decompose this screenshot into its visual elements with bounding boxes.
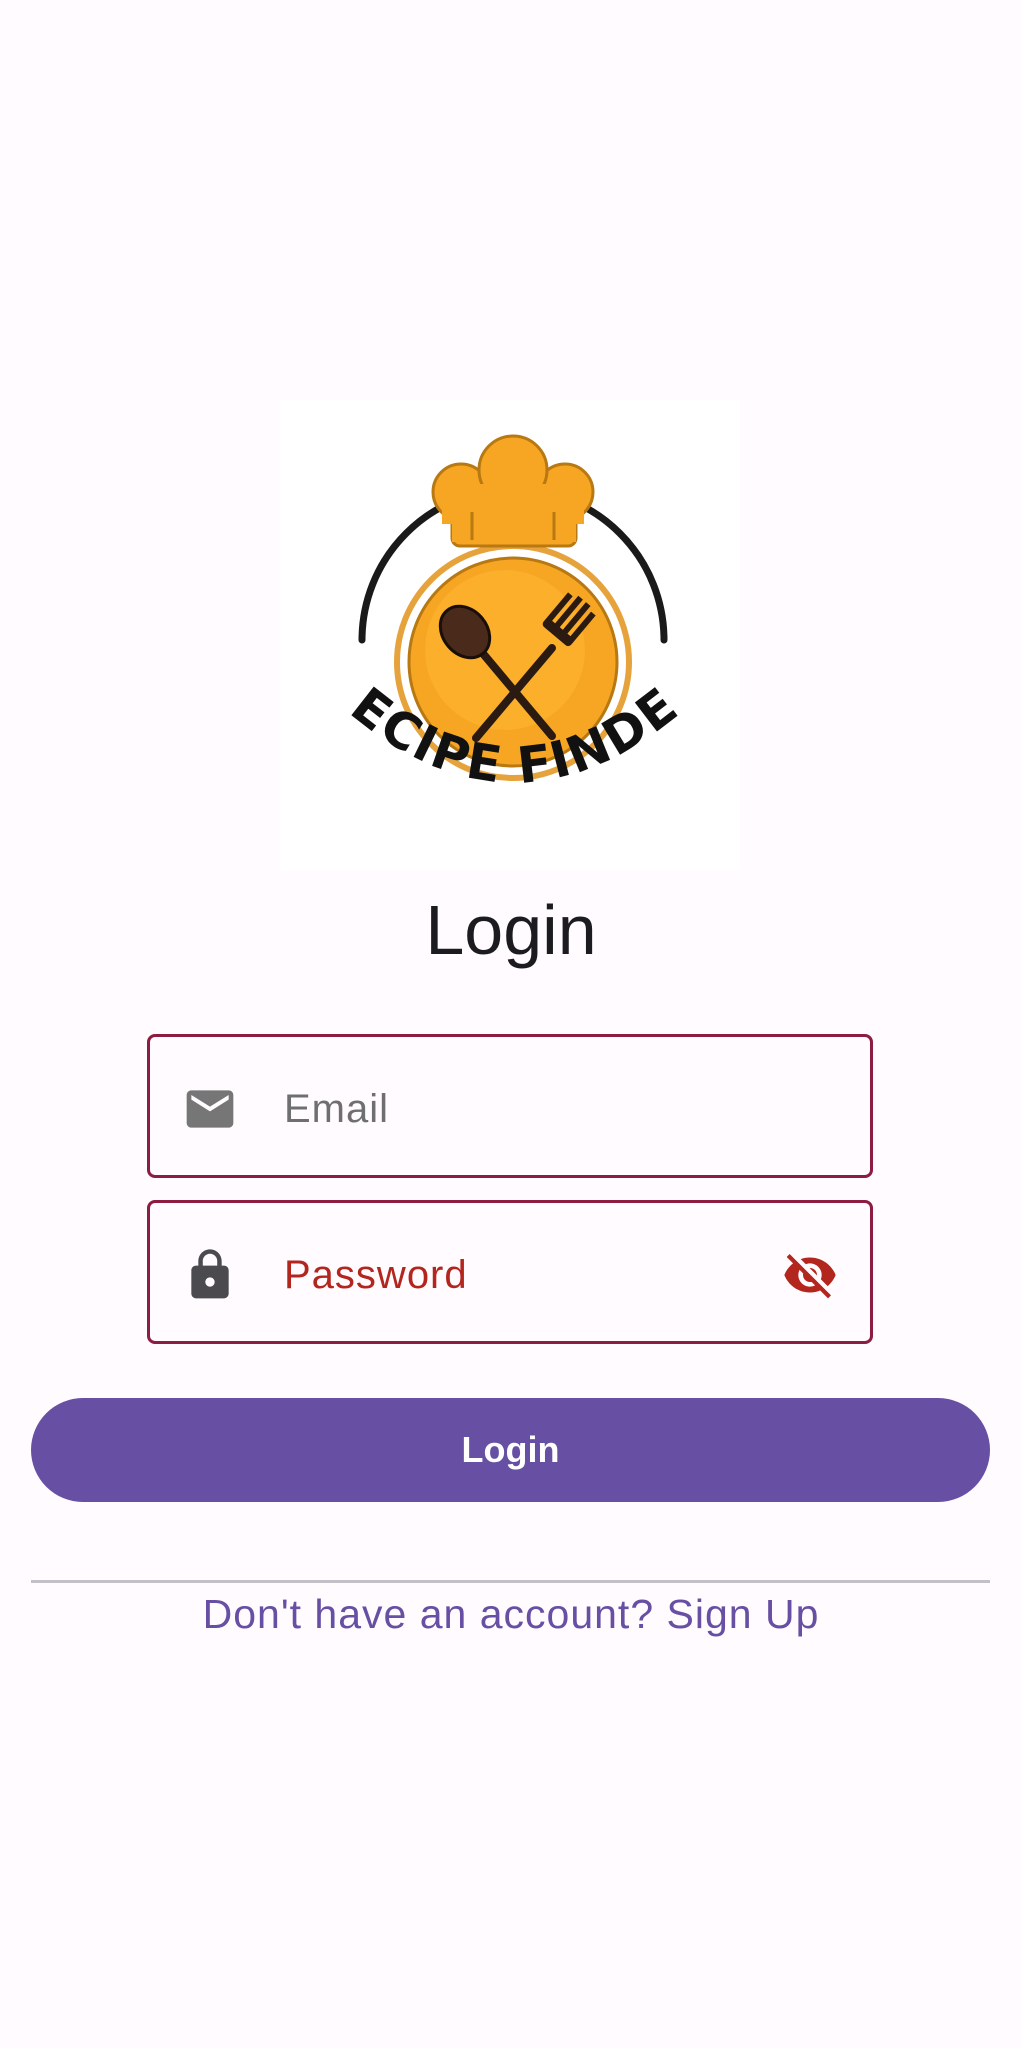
email-icon — [186, 1090, 234, 1128]
login-button[interactable]: Login — [31, 1398, 990, 1502]
app-logo: RECIPE FINDER — [280, 400, 740, 870]
email-input[interactable] — [284, 1071, 724, 1147]
page-title: Login — [425, 891, 597, 969]
chef-hat-logo-icon: RECIPE FINDER — [280, 400, 687, 795]
password-input[interactable] — [284, 1237, 724, 1313]
signup-link[interactable]: Don't have an account? Sign Up — [0, 1586, 1022, 1642]
password-field[interactable] — [147, 1200, 873, 1344]
email-field[interactable] — [147, 1034, 873, 1178]
lock-icon — [191, 1249, 229, 1299]
divider — [31, 1580, 990, 1583]
eye-off-icon[interactable] — [780, 1247, 840, 1303]
